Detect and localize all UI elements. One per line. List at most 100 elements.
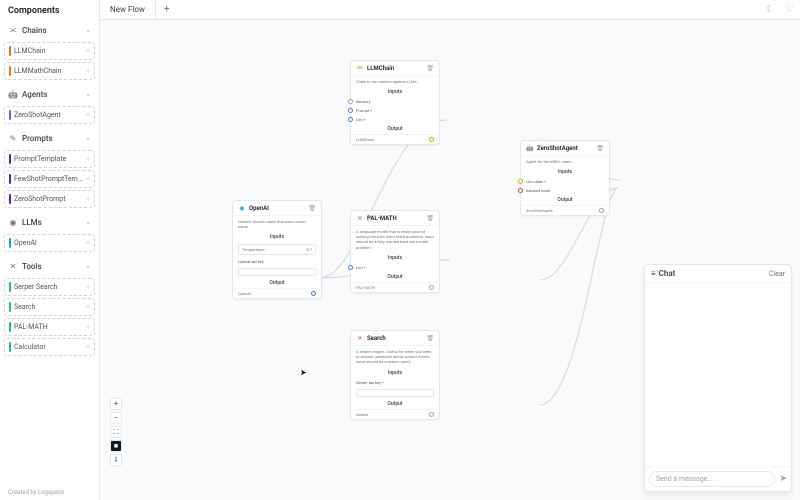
section-title: Agents bbox=[22, 90, 81, 99]
node-zeroshotagent[interactable]: 🤖 ZeroShotAgent 🗑 Agent for the MRKL cha… bbox=[520, 140, 610, 216]
output-port[interactable] bbox=[429, 412, 434, 417]
output-label: Output bbox=[351, 272, 439, 282]
section-llms[interactable]: ◉LLMs⌄ bbox=[4, 214, 95, 230]
component-item[interactable]: PromptTemplate≡ bbox=[4, 150, 95, 168]
section-tools[interactable]: ✕Tools⌄ bbox=[4, 258, 95, 274]
notifications-icon[interactable]: ♡ bbox=[780, 5, 800, 15]
delete-node-icon[interactable]: 🗑 bbox=[308, 205, 316, 212]
drag-handle-icon: ≡ bbox=[86, 323, 90, 331]
fit-view-button[interactable]: ⛶ bbox=[110, 426, 122, 438]
section-agents[interactable]: 🤖Agents⌄ bbox=[4, 86, 95, 102]
node-search[interactable]: ✕ Search 🗑 A search engine. Useful for w… bbox=[350, 330, 440, 420]
add-tab-button[interactable]: + bbox=[156, 4, 178, 15]
input-port[interactable] bbox=[348, 117, 353, 122]
drag-handle-icon: ≡ bbox=[86, 175, 90, 183]
item-label: Serper Search bbox=[14, 283, 86, 291]
lock-button[interactable]: ■ bbox=[110, 440, 122, 452]
component-item[interactable]: PAL-MATH≡ bbox=[4, 318, 95, 336]
node-title: PAL-MATH bbox=[367, 215, 423, 222]
theme-toggle-icon[interactable]: ☾ bbox=[760, 5, 780, 15]
canvas-controls: + − ⛶ ■ ⇩ bbox=[110, 398, 122, 466]
component-item[interactable]: Calculator≡ bbox=[4, 338, 95, 356]
export-button[interactable]: ⇩ bbox=[110, 454, 122, 466]
apikey-row: Serper api key * bbox=[351, 378, 439, 387]
delete-node-icon[interactable]: 🗑 bbox=[426, 335, 434, 342]
brain-icon: ◉ bbox=[8, 217, 18, 227]
node-llmchain[interactable]: ⫘ LLMChain 🗑 Chain to run queries agains… bbox=[350, 60, 440, 145]
output-port[interactable] bbox=[311, 291, 316, 296]
temperature-field[interactable]: Temperature 0.7 bbox=[238, 244, 316, 255]
component-item[interactable]: LLMChain≡ bbox=[4, 42, 95, 60]
zoom-in-button[interactable]: + bbox=[110, 398, 122, 410]
node-title: OpenAI bbox=[249, 205, 305, 212]
input-port[interactable] bbox=[348, 108, 353, 113]
delete-node-icon[interactable]: 🗑 bbox=[426, 65, 434, 72]
output-port[interactable] bbox=[429, 137, 434, 142]
apikey-row: Openai api key bbox=[233, 257, 321, 266]
input-port[interactable] bbox=[348, 99, 353, 104]
item-label: LLMMathChain bbox=[14, 67, 86, 75]
node-palmath[interactable]: ✕ PAL-MATH 🗑 A language model that is re… bbox=[350, 210, 440, 293]
sidebar: Components ⫘Chains⌄LLMChain≡LLMMathChain… bbox=[0, 0, 100, 500]
item-label: FewShotPromptTempla... bbox=[14, 175, 86, 183]
component-item[interactable]: Serper Search≡ bbox=[4, 278, 95, 296]
component-item[interactable]: OpenAI≡ bbox=[4, 234, 95, 252]
node-title: ZeroShotAgent bbox=[537, 145, 593, 152]
tab-new-flow[interactable]: New Flow bbox=[100, 0, 156, 19]
component-item[interactable]: FewShotPromptTempla...≡ bbox=[4, 170, 95, 188]
delete-node-icon[interactable]: 🗑 bbox=[426, 215, 434, 222]
item-label: LLMChain bbox=[14, 47, 86, 55]
mouse-cursor: ➤ bbox=[300, 368, 307, 377]
prompt-icon: ✎ bbox=[8, 133, 18, 143]
llm-row: Llm * bbox=[351, 263, 439, 272]
output-label: Output bbox=[521, 195, 609, 205]
component-item[interactable]: LLMMathChain≡ bbox=[4, 62, 95, 80]
drag-handle-icon: ≡ bbox=[86, 67, 90, 75]
input-port[interactable] bbox=[348, 265, 353, 270]
node-desc: Chain to run queries against LLMs. bbox=[351, 76, 439, 87]
memory-row: Memory bbox=[351, 97, 439, 106]
node-footer: ZeroShotAgent bbox=[521, 205, 609, 215]
wrench-icon: ✕ bbox=[356, 214, 364, 222]
drag-handle-icon: ≡ bbox=[86, 239, 90, 247]
node-title: LLMChain bbox=[367, 65, 423, 72]
output-port[interactable] bbox=[429, 285, 434, 290]
input-port[interactable] bbox=[518, 179, 523, 184]
robot-icon: 🤖 bbox=[8, 89, 18, 99]
wrench-icon: ✕ bbox=[356, 334, 364, 342]
node-footer: PAL-MATH bbox=[351, 282, 439, 292]
item-label: PAL-MATH bbox=[14, 323, 86, 331]
output-port[interactable] bbox=[599, 208, 604, 213]
apikey-field[interactable] bbox=[238, 268, 316, 276]
prompt-row: Prompt * bbox=[351, 106, 439, 115]
node-footer: Search bbox=[351, 409, 439, 419]
node-desc: A language model that is really good at … bbox=[351, 226, 439, 253]
node-openai[interactable]: ◉ OpenAI 🗑 Generic OpenAI class that use… bbox=[232, 200, 322, 299]
menu-icon[interactable]: ≡ bbox=[651, 269, 656, 278]
section-chains[interactable]: ⫘Chains⌄ bbox=[4, 22, 95, 38]
delete-node-icon[interactable]: 🗑 bbox=[596, 145, 604, 152]
drag-handle-icon: ≡ bbox=[86, 195, 90, 203]
component-item[interactable]: Search≡ bbox=[4, 298, 95, 316]
zoom-out-button[interactable]: − bbox=[110, 412, 122, 424]
drag-handle-icon: ≡ bbox=[86, 111, 90, 119]
component-item[interactable]: ZeroShotAgent≡ bbox=[4, 106, 95, 124]
inputs-label: Inputs bbox=[521, 167, 609, 177]
apikey-field[interactable] bbox=[356, 389, 434, 397]
component-item[interactable]: ZeroShotPrompt≡ bbox=[4, 190, 95, 208]
input-port[interactable] bbox=[518, 188, 523, 193]
inputs-label: Inputs bbox=[351, 87, 439, 97]
drag-handle-icon: ≡ bbox=[86, 343, 90, 351]
chat-input[interactable]: Send a message... bbox=[649, 471, 775, 487]
inputs-label: Inputs bbox=[351, 253, 439, 263]
clear-chat-button[interactable]: Clear bbox=[769, 270, 785, 278]
send-icon[interactable]: ➤ bbox=[779, 474, 787, 484]
chevron-down-icon: ⌄ bbox=[85, 134, 91, 142]
section-title: Prompts bbox=[22, 134, 81, 143]
node-footer: LLMChain bbox=[351, 134, 439, 144]
node-desc: Generic OpenAI class that uses model nam… bbox=[233, 216, 321, 232]
inputs-label: Inputs bbox=[233, 232, 321, 242]
section-prompts[interactable]: ✎ Prompts ⌄ bbox=[4, 130, 95, 146]
item-label: Calculator bbox=[14, 343, 86, 351]
node-footer: OpenAI bbox=[233, 288, 321, 298]
